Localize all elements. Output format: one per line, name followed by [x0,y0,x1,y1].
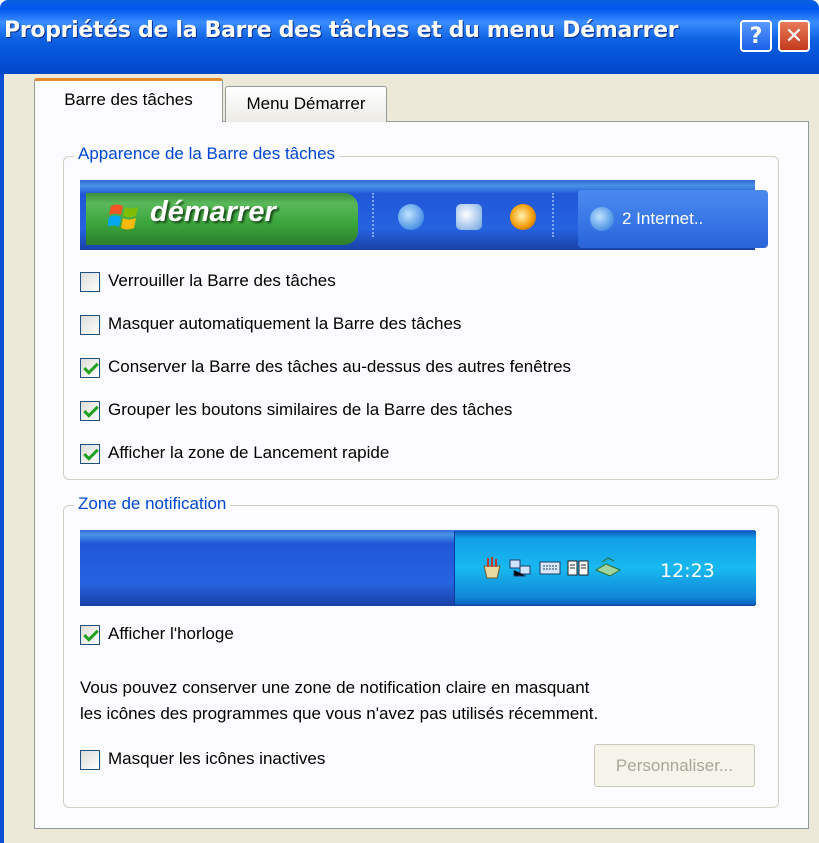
appearance-group-label: Apparence de la Barre des tâches [74,144,340,164]
tab-barre-des-taches[interactable]: Barre des tâches [34,78,223,122]
description-line-1: Vous pouvez conserver une zone de notifi… [80,678,590,697]
keep-on-top-label: Conserver la Barre des tâches au-dessus … [108,357,572,376]
customize-button[interactable]: Personnaliser... [594,744,755,787]
notification-description: Vous pouvez conserver une zone de notifi… [80,675,750,727]
safely-remove-hardware-icon [594,556,622,580]
window-title: Propriétés de la Barre des tâches et du … [4,18,679,43]
lock-taskbar-label: Verrouiller la Barre des tâches [108,271,336,290]
close-button[interactable]: ✕ [778,20,810,52]
hide-inactive-icons-checkbox[interactable] [80,750,100,770]
windows-logo-icon [108,204,138,230]
internet-explorer-icon [398,204,424,230]
group-buttons-checkbox[interactable] [80,401,100,421]
quick-launch-label: Afficher la zone de Lancement rapide [108,443,390,462]
autohide-taskbar-checkbox[interactable] [80,315,100,335]
keep-on-top-checkbox[interactable] [80,358,100,378]
internet-explorer-icon [590,207,614,231]
autohide-taskbar-label: Masquer automatiquement la Barre des tâc… [108,314,462,333]
network-icon [508,556,532,580]
language-book-icon [566,556,590,580]
quick-launch-checkbox[interactable] [80,444,100,464]
hide-inactive-icons-label: Masquer les icônes inactives [108,749,326,768]
keyboard-icon [538,556,562,580]
toolbar-grip [372,193,378,237]
title-bar[interactable]: Propriétés de la Barre des tâches et du … [0,0,819,74]
description-line-2: les icônes des programmes que vous n'ave… [80,704,599,723]
window-left-border [0,74,4,843]
notification-group-label: Zone de notification [74,494,231,514]
lock-taskbar-checkbox[interactable] [80,272,100,292]
group-buttons-label: Grouper les boutons similaires de la Bar… [108,400,513,419]
tab-menu-demarrer[interactable]: Menu Démarrer [225,86,387,122]
media-player-icon [510,204,536,230]
help-button[interactable]: ? [740,20,772,52]
toolbar-grip [552,193,558,237]
paint-icon [480,556,504,580]
clock-preview: 12:23 [660,560,715,582]
outlook-express-icon [456,204,482,230]
show-clock-checkbox[interactable] [80,625,100,645]
show-clock-label: Afficher l'horloge [108,624,234,643]
start-button-label: démarrer [150,196,276,228]
